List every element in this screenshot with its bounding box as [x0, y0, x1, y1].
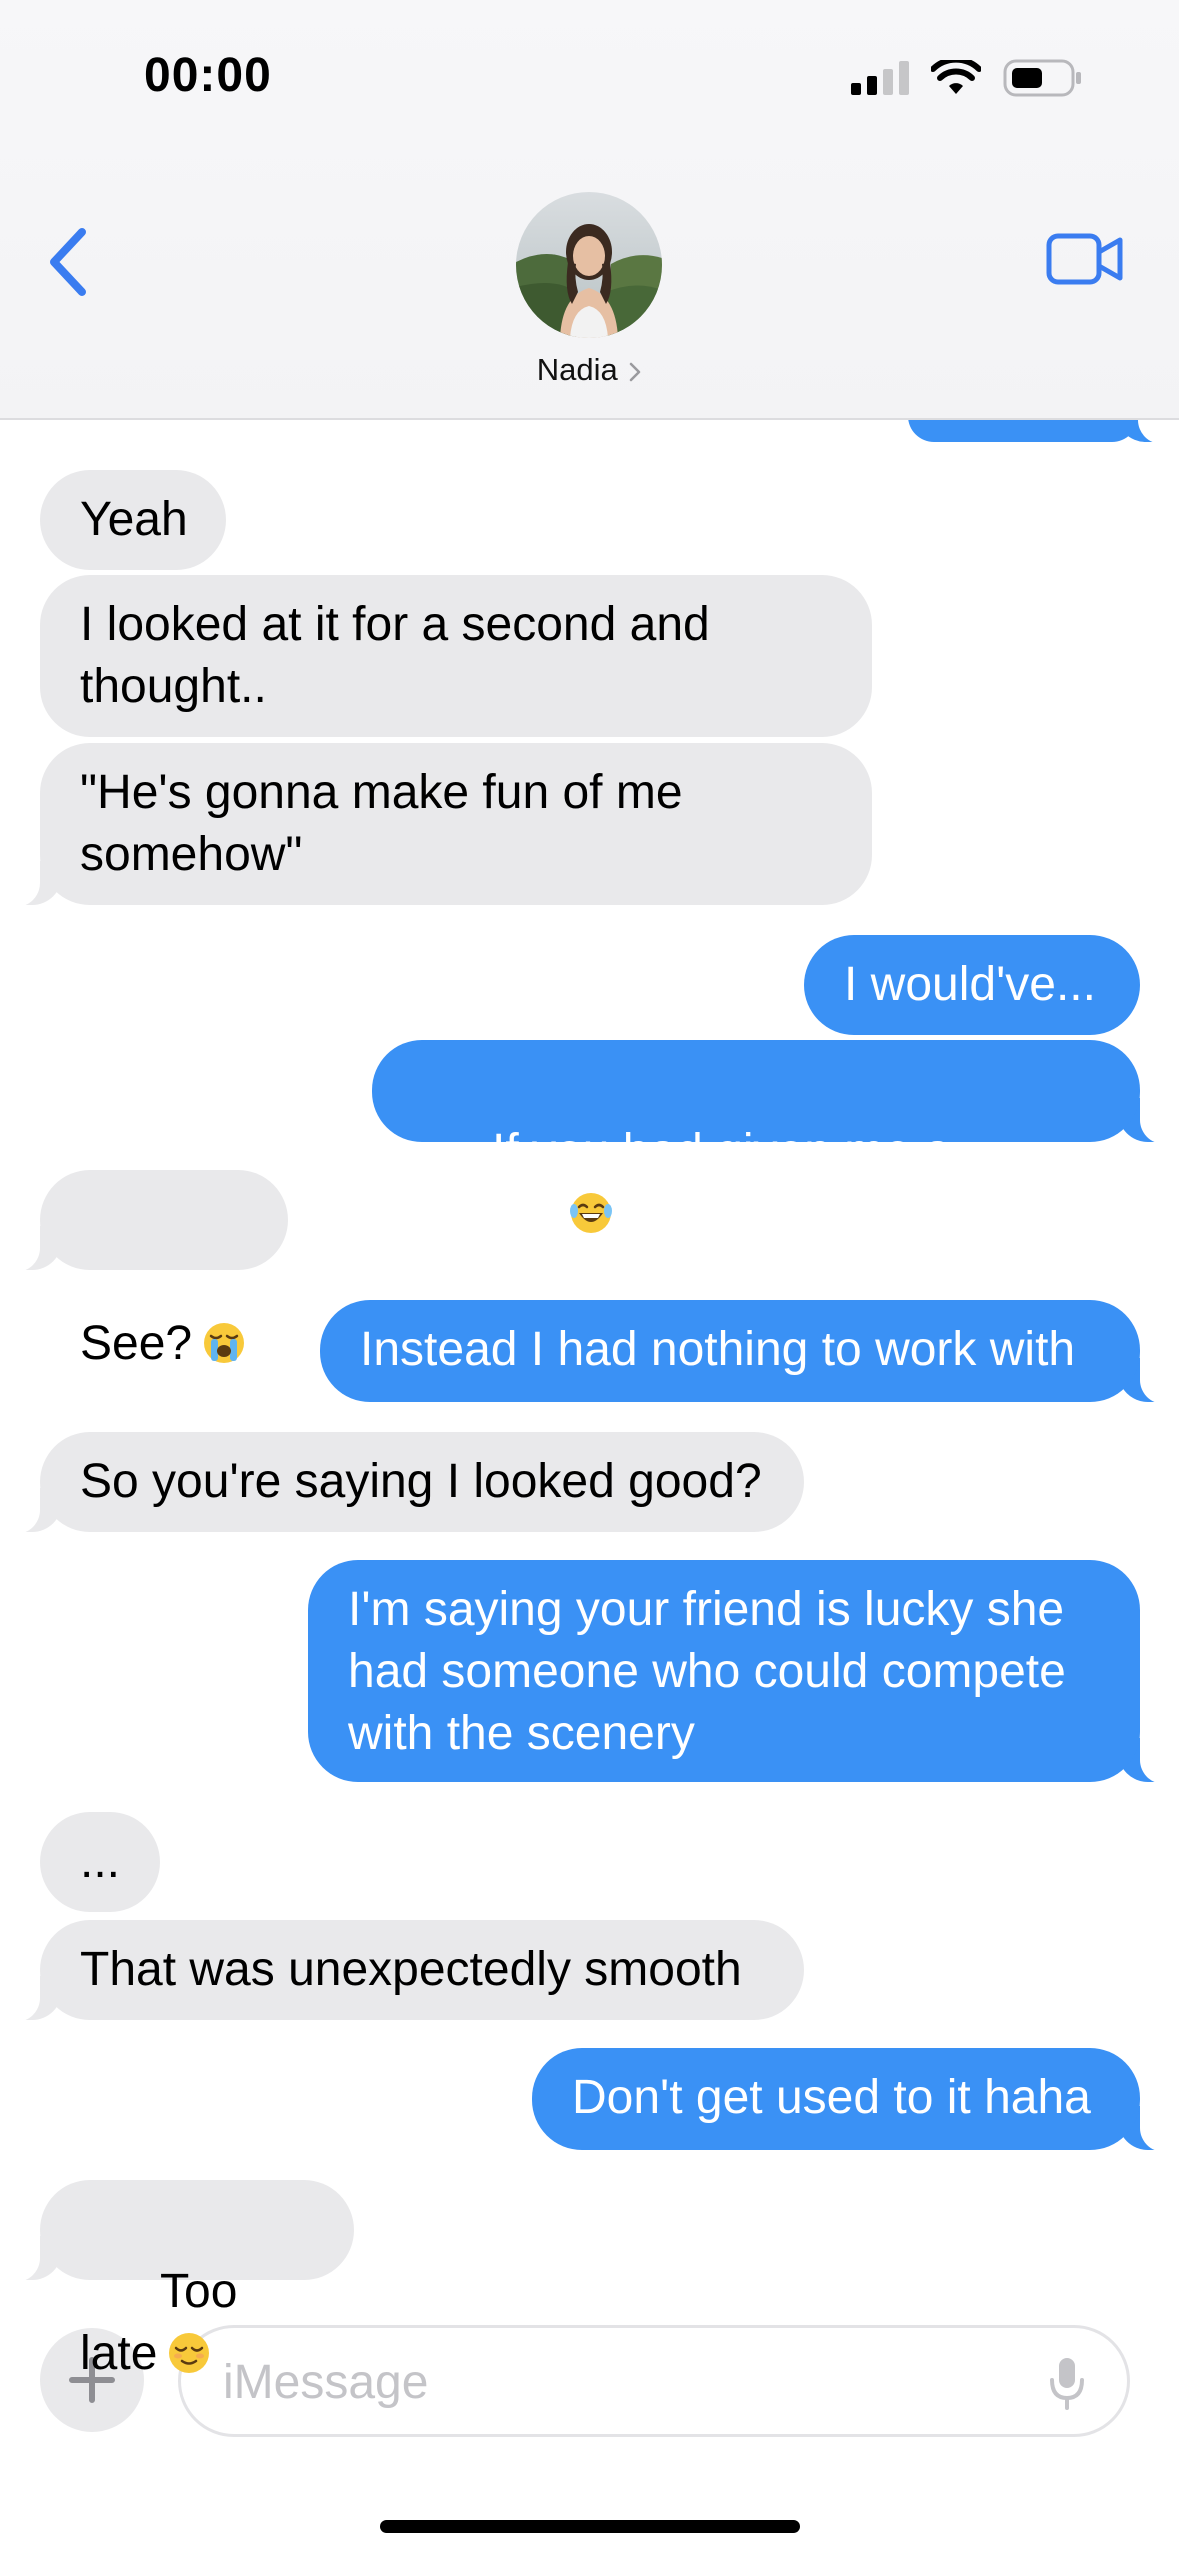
chevron-right-icon — [629, 362, 641, 382]
message-bubble[interactable]: I would've... — [804, 935, 1140, 1035]
cellular-signal-icon — [851, 61, 909, 95]
message-text: If you had given me a reason — [412, 1125, 965, 1240]
facetime-video-button[interactable] — [1046, 232, 1126, 291]
message-bubble[interactable]: "He's gonna make fun of me somehow" — [0, 743, 872, 907]
message-bubble[interactable]: I'm saying your friend is lucky she had … — [308, 1560, 1179, 1784]
message-incoming: Too late — [0, 2180, 354, 2380]
message-bubble[interactable]: Yeah — [40, 470, 226, 570]
message-incoming: See? — [0, 1170, 288, 1370]
crying-emoji — [204, 1323, 245, 1363]
message-bubble[interactable]: So you're saying I looked good? — [0, 1432, 804, 1534]
message-bubble[interactable]: Too late — [0, 2180, 354, 2380]
message-input-container — [178, 2325, 1130, 2437]
relieved-face-emoji — [169, 2333, 210, 2373]
message-input[interactable] — [221, 2348, 1005, 2416]
messages-screen: 00:00 Nadia Yeah I looked at it for a se… — [0, 0, 1179, 2556]
battery-icon — [1003, 58, 1083, 98]
message-text: See? — [80, 1317, 193, 1370]
home-indicator[interactable] — [380, 2520, 800, 2533]
back-button[interactable] — [42, 222, 98, 302]
contact-avatar[interactable] — [516, 192, 662, 338]
message-incoming: So you're saying I looked good? — [0, 1432, 804, 1534]
wifi-icon — [931, 60, 981, 96]
message-bubble[interactable]: Instead I had nothing to work with — [320, 1300, 1179, 1404]
message-incoming: That was unexpectedly smooth — [0, 1920, 804, 2022]
message-outgoing: Don't get used to it haha — [532, 2048, 1179, 2152]
message-bubble[interactable]: Don't get used to it haha — [532, 2048, 1179, 2152]
message-bubble[interactable]: If you had given me a reason — [372, 1040, 1179, 1240]
contact-name: Nadia — [536, 352, 618, 387]
message-outgoing: I would've... — [804, 935, 1140, 1035]
message-incoming: I looked at it for a second and thought.… — [40, 575, 872, 737]
laughing-tears-emoji — [569, 1193, 612, 1233]
conversation-header: 00:00 Nadia — [0, 0, 1179, 420]
status-icons — [851, 58, 1083, 98]
message-bubble[interactable]: See? — [0, 1170, 288, 1370]
message-bubble[interactable]: I looked at it for a second and thought.… — [40, 575, 872, 737]
message-outgoing: If you had given me a reason — [372, 1040, 1179, 1240]
avatar-photo — [516, 192, 662, 338]
dictation-button[interactable] — [1047, 2354, 1087, 2419]
message-incoming: "He's gonna make fun of me somehow" — [0, 743, 872, 907]
video-camera-icon — [1046, 233, 1123, 285]
message-bubble[interactable]: That was unexpectedly smooth — [0, 1920, 804, 2022]
contact-name-button[interactable]: Nadia — [0, 352, 1179, 388]
message-outgoing: Instead I had nothing to work with — [320, 1300, 1179, 1404]
message-bubble[interactable]: ... — [40, 1812, 160, 1912]
message-incoming: Yeah — [40, 470, 226, 570]
message-outgoing: I'm saying your friend is lucky she had … — [308, 1560, 1179, 1784]
microphone-icon — [1050, 2358, 1084, 2410]
chevron-left-icon — [50, 228, 86, 296]
message-incoming: ... — [40, 1812, 160, 1912]
status-time: 00:00 — [144, 49, 272, 102]
